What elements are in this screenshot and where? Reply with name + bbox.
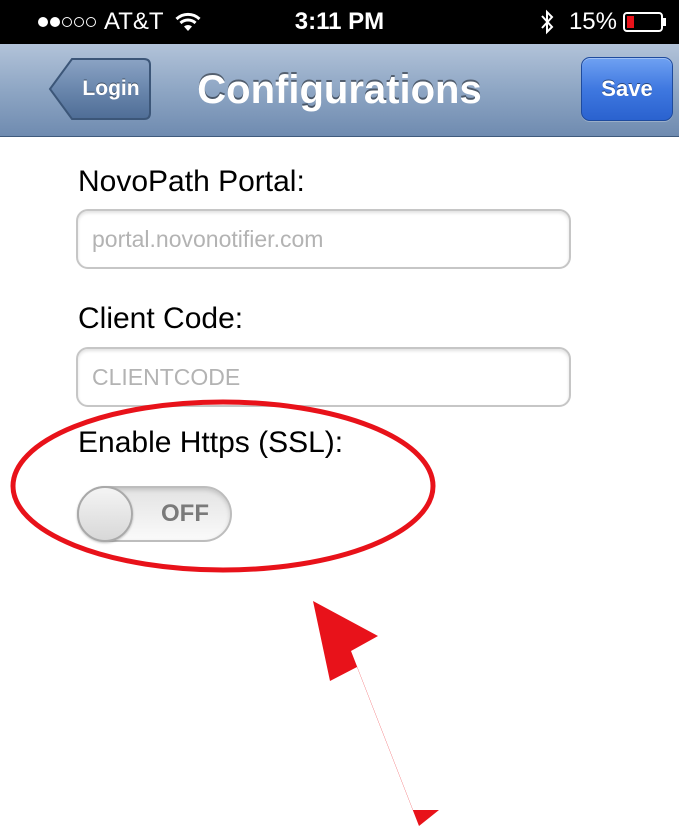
battery-icon [623,12,666,32]
https-label: Enable Https (SSL): [78,426,344,459]
toggle-knob[interactable] [77,486,133,542]
portal-label: NovoPath Portal: [78,165,305,198]
page-title: Configurations [197,68,482,112]
toggle-state-label: OFF [161,500,209,527]
back-to-login-button[interactable]: Login [48,57,152,121]
navigation-bar: Login Configurations Save [0,44,679,137]
status-bar: AT&T 3:11 PM 15% [0,0,679,44]
save-button[interactable]: Save [581,57,673,121]
client-code-label: Client Code: [78,302,244,335]
portal-input[interactable] [76,209,571,269]
bluetooth-icon [541,9,554,35]
back-button-label: Login [82,77,140,100]
battery-percent: 15% [568,8,617,35]
client-code-input[interactable] [76,347,571,407]
status-right: 15% [539,8,667,36]
configurations-screen: AT&T 3:11 PM 15% Login Configurations Sa… [0,0,679,838]
https-toggle[interactable]: OFF [77,486,232,542]
